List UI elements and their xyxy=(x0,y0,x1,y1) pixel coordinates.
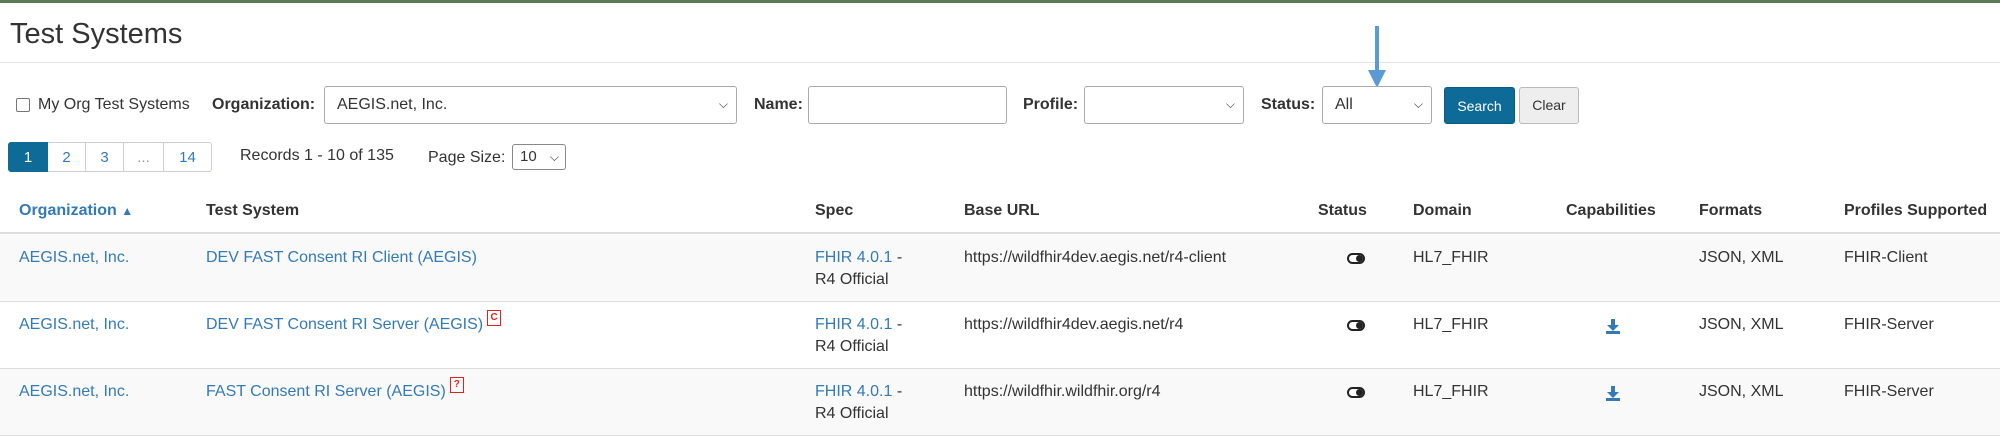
spec-separator: - xyxy=(896,249,903,266)
test-system-link[interactable]: DEV FAST Consent RI Server (AEGIS) xyxy=(206,316,483,333)
base-url: https://wildfhir4dev.aegis.net/r4 xyxy=(964,316,1184,333)
capability-badge[interactable]: ? xyxy=(449,377,464,393)
org-link[interactable]: AEGIS.net, Inc. xyxy=(19,381,129,403)
spec-cell: FHIR 4.0.1 - R4 Official xyxy=(815,247,902,291)
profile-label: Profile: xyxy=(1023,96,1079,113)
spec-sub: R4 Official xyxy=(815,405,889,422)
organization-label: Organization: xyxy=(212,96,316,113)
domain: HL7_FHIR xyxy=(1413,249,1489,266)
organization-select-value: AEGIS.net, Inc. xyxy=(337,96,448,113)
chevron-down-icon: ⌵ xyxy=(1413,97,1423,111)
top-border xyxy=(0,0,2000,3)
org-link[interactable]: AEGIS.net, Inc. xyxy=(19,314,129,336)
records-count: Records 1 - 10 of 135 xyxy=(240,147,394,164)
formats: JSON, XML xyxy=(1699,249,1784,266)
header-profiles: Profiles Supported xyxy=(1844,202,1988,219)
page-size-value: 10 xyxy=(520,148,537,165)
page-14-button[interactable]: 14 xyxy=(164,142,212,172)
profiles: FHIR-Client xyxy=(1844,249,1928,266)
title-divider xyxy=(0,62,2000,63)
domain: HL7_FHIR xyxy=(1413,316,1489,333)
table-row: AEGIS.net, Inc. DEV FAST Consent RI Serv… xyxy=(0,302,2000,369)
name-label: Name: xyxy=(754,96,803,113)
test-system-cell: DEV FAST Consent RI Client (AEGIS) xyxy=(206,247,477,269)
spec-cell: FHIR 4.0.1 - R4 Official xyxy=(815,314,902,358)
profile-select[interactable]: ⌵ xyxy=(1084,86,1244,124)
header-status: Status xyxy=(1318,202,1367,219)
status-label: Status: xyxy=(1261,96,1316,113)
spec-link[interactable]: FHIR 4.0.1 xyxy=(815,249,892,266)
annotation-arrow-down-icon xyxy=(1368,26,1386,88)
domain: HL7_FHIR xyxy=(1413,383,1489,400)
test-system-link[interactable]: DEV FAST Consent RI Client (AEGIS) xyxy=(206,249,477,266)
test-system-cell: FAST Consent RI Server (AEGIS)? xyxy=(206,377,464,403)
page-3-button[interactable]: 3 xyxy=(86,142,124,172)
test-system-cell: DEV FAST Consent RI Server (AEGIS) C xyxy=(206,310,502,336)
status-select-value: All xyxy=(1335,96,1353,113)
spec-sub: R4 Official xyxy=(815,338,889,355)
org-link[interactable]: AEGIS.net, Inc. xyxy=(19,247,129,269)
table-row: AEGIS.net, Inc. DEV FAST Consent RI Clie… xyxy=(0,235,2000,302)
status-toggle[interactable] xyxy=(1347,253,1365,264)
header-organization[interactable]: Organization ▲︎ xyxy=(19,202,133,220)
spec-separator: - xyxy=(896,383,903,400)
chevron-down-icon: ⌵ xyxy=(1225,97,1235,111)
table-header: Organization ▲︎ Test System Spec Base UR… xyxy=(0,196,2000,234)
pagination: 1 2 3 ... 14 xyxy=(8,142,212,172)
name-input[interactable] xyxy=(808,86,1007,124)
base-url: https://wildfhir.wildfhir.org/r4 xyxy=(964,383,1161,400)
search-button[interactable]: Search xyxy=(1444,87,1515,124)
header-test-system: Test System xyxy=(206,202,300,219)
header-organization-label: Organization xyxy=(19,202,117,219)
status-select[interactable]: All ⌵ xyxy=(1322,86,1432,124)
base-url: https://wildfhir4dev.aegis.net/r4-client xyxy=(964,249,1227,266)
capability-badge[interactable]: C xyxy=(487,310,502,326)
spec-separator: - xyxy=(896,316,903,333)
download-icon[interactable] xyxy=(1605,385,1621,401)
page-title: Test Systems xyxy=(10,18,183,50)
page-1-button[interactable]: 1 xyxy=(8,142,48,172)
page-size-label: Page Size: xyxy=(428,149,506,166)
page-2-button[interactable]: 2 xyxy=(48,142,86,172)
organization-select[interactable]: AEGIS.net, Inc. ⌵ xyxy=(324,86,737,124)
status-toggle[interactable] xyxy=(1347,320,1365,331)
page-size-select[interactable]: 10 ⌵ xyxy=(512,144,566,170)
formats: JSON, XML xyxy=(1699,383,1784,400)
table-row: AEGIS.net, Inc. FAST Consent RI Server (… xyxy=(0,369,2000,436)
header-spec: Spec xyxy=(815,202,854,219)
my-org-checkbox[interactable] xyxy=(16,98,30,112)
chevron-down-icon: ⌵ xyxy=(549,150,559,164)
header-domain: Domain xyxy=(1413,202,1472,219)
test-system-link[interactable]: FAST Consent RI Server (AEGIS) xyxy=(206,383,446,400)
profiles: FHIR-Server xyxy=(1844,316,1934,333)
spec-link[interactable]: FHIR 4.0.1 xyxy=(815,316,892,333)
page-ellipsis: ... xyxy=(124,142,164,172)
spec-cell: FHIR 4.0.1 - R4 Official xyxy=(815,381,902,425)
sort-icon: ▲︎ xyxy=(121,204,134,218)
spec-sub: R4 Official xyxy=(815,271,889,288)
status-toggle[interactable] xyxy=(1347,387,1365,398)
clear-button[interactable]: Clear xyxy=(1519,87,1579,124)
header-base-url: Base URL xyxy=(964,202,1040,219)
spec-link[interactable]: FHIR 4.0.1 xyxy=(815,383,892,400)
filter-bar: My Org Test Systems Organization: AEGIS.… xyxy=(0,86,2000,126)
download-icon[interactable] xyxy=(1605,318,1621,334)
my-org-label: My Org Test Systems xyxy=(38,96,190,113)
chevron-down-icon: ⌵ xyxy=(718,97,728,111)
header-capabilities: Capabilities xyxy=(1566,202,1656,219)
formats: JSON, XML xyxy=(1699,316,1784,333)
header-formats: Formats xyxy=(1699,202,1763,219)
profiles: FHIR-Server xyxy=(1844,383,1934,400)
